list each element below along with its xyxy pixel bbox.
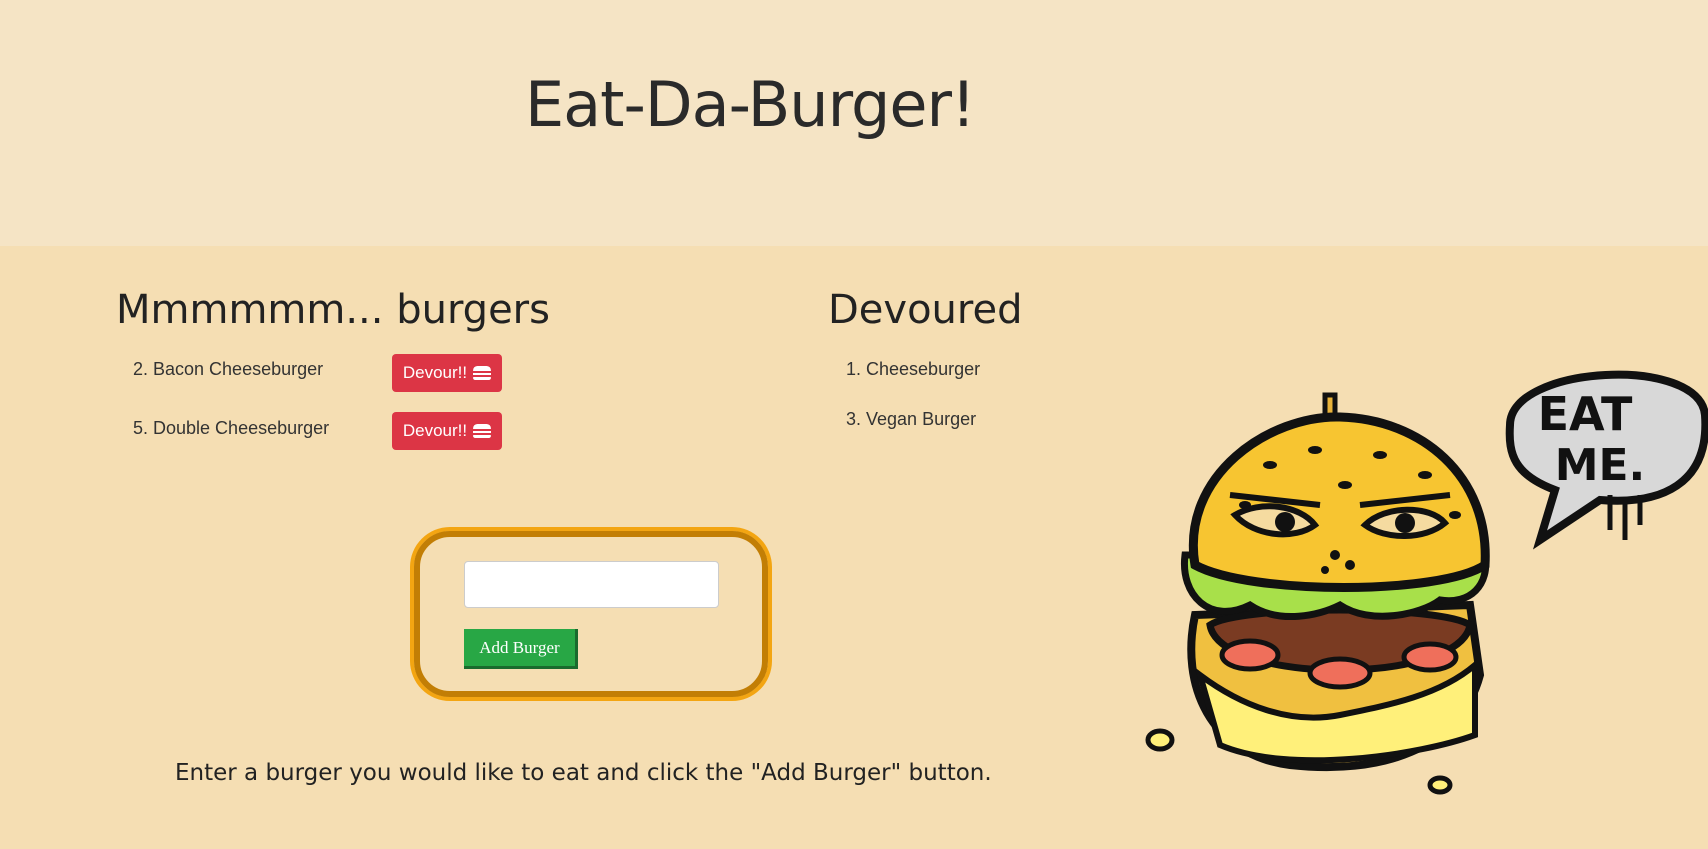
devour-button[interactable]: Devour!! (392, 412, 502, 450)
devour-button-label: Devour!! (402, 421, 468, 440)
burger-list-item: 5. Double Cheeseburger (133, 418, 330, 438)
speech-bubble-text: ME. (1555, 440, 1646, 491)
devour-button-label: Devour!! (402, 363, 468, 382)
devoured-list-item: 3. Vegan Burger (846, 409, 977, 429)
page-header: Eat-Da-Burger! (0, 0, 1708, 246)
hamburger-icon (473, 424, 492, 438)
add-burger-button[interactable]: Add Burger (464, 629, 578, 669)
speech-bubble: EAT ME. (1505, 370, 1708, 550)
instructions-text: Enter a burger you would like to eat and… (175, 760, 992, 786)
devour-button[interactable]: Devour!! (392, 354, 502, 392)
devoured-heading: Devoured (828, 287, 1023, 333)
uneaten-burgers-heading: Mmmmmm... burgers (116, 287, 550, 333)
page-title: Eat-Da-Burger! (525, 68, 976, 141)
devoured-list-item: 1. Cheeseburger (846, 359, 981, 379)
burger-list-item: 2. Bacon Cheeseburger (133, 359, 324, 379)
hamburger-icon (473, 366, 492, 380)
burger-name-input[interactable] (464, 561, 719, 608)
burger-monster-icon: EAT ME. (1145, 370, 1708, 795)
speech-bubble-text: EAT (1538, 387, 1633, 441)
add-burger-form (414, 531, 768, 697)
